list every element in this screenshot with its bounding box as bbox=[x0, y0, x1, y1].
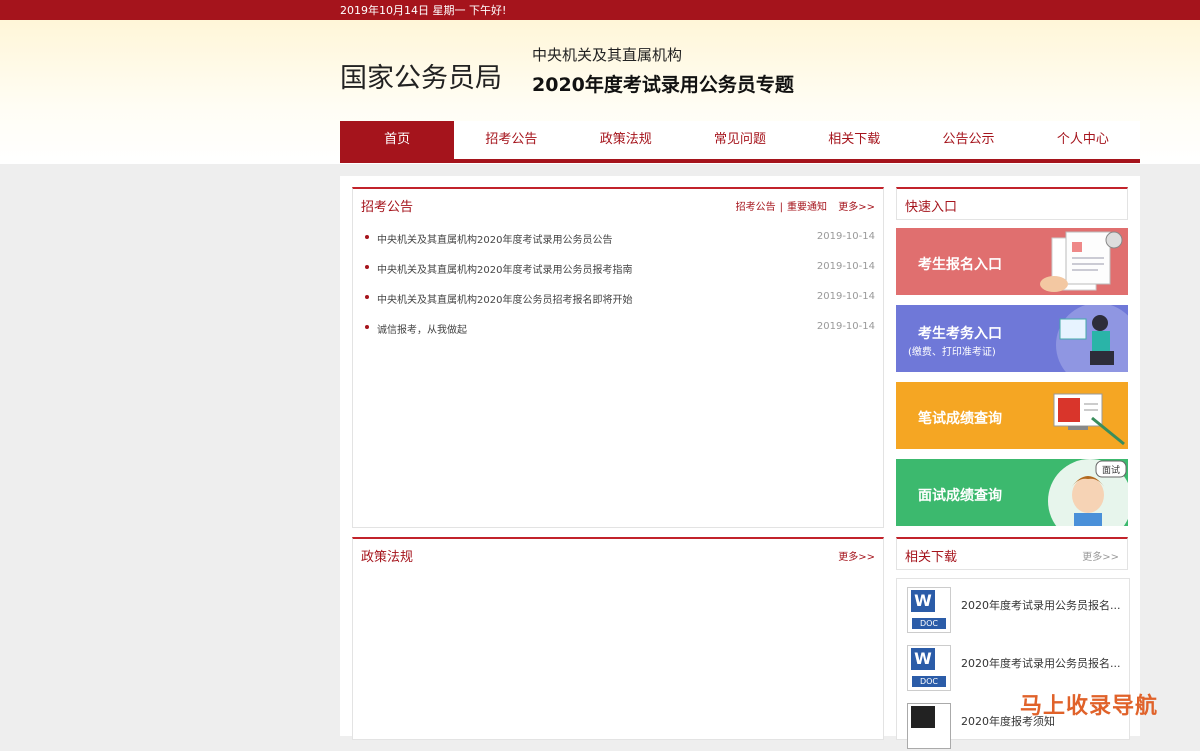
word-doc-icon: W DOC bbox=[907, 587, 951, 633]
panel-title: 招考公告 bbox=[361, 200, 414, 215]
bullet-icon bbox=[365, 235, 369, 239]
register-entry-button[interactable]: 考生报名入口 bbox=[896, 228, 1128, 295]
header-subtitle: 中央机关及其直属机构 bbox=[532, 46, 683, 64]
nav-policy[interactable]: 政策法规 bbox=[569, 121, 683, 159]
interview-score-button[interactable]: 面试成绩查询 面试 bbox=[896, 459, 1128, 526]
more-link[interactable]: 更多>> bbox=[1082, 548, 1119, 563]
nav-home[interactable]: 首页 bbox=[340, 121, 455, 159]
policy-panel: 政策法规 更多>> bbox=[352, 537, 884, 740]
bullet-icon bbox=[365, 265, 369, 269]
news-title[interactable]: 中央机关及其直属机构2020年度公务员招考报名即将开始 bbox=[377, 291, 632, 306]
news-title[interactable]: 中央机关及其直属机构2020年度考试录用公务员报考指南 bbox=[377, 261, 632, 276]
header-title: 2020年度考试录用公务员专题 bbox=[532, 74, 794, 96]
link-announcements[interactable]: 招考公告 bbox=[736, 202, 776, 213]
panel-title: 相关下载 bbox=[905, 550, 958, 565]
nav-downloads[interactable]: 相关下载 bbox=[797, 121, 911, 159]
news-title[interactable]: 中央机关及其直属机构2020年度考试录用公务员公告 bbox=[377, 231, 612, 246]
main-nav: 首页 招考公告 政策法规 常见问题 相关下载 公告公示 个人中心 bbox=[340, 121, 1140, 163]
top-bar: 2019年10月14日 星期一 下午好! bbox=[0, 0, 1200, 20]
news-date: 2019-10-14 bbox=[816, 321, 875, 332]
button-label: 考生考务入口 bbox=[918, 326, 1002, 342]
panel-links: 招考公告 | 重要通知 bbox=[735, 202, 827, 213]
bullet-icon bbox=[365, 295, 369, 299]
documents-icon bbox=[1040, 231, 1123, 292]
button-sublabel: (缴费、打印准考证) bbox=[908, 347, 996, 358]
more-link[interactable]: 更多>> bbox=[838, 548, 875, 563]
exam-affairs-entry-button[interactable]: 考生考务入口 (缴费、打印准考证) bbox=[896, 305, 1128, 372]
link-important-notice[interactable]: 重要通知 bbox=[787, 202, 827, 213]
person-at-computer-icon bbox=[1056, 305, 1128, 372]
news-list: 中央机关及其直属机构2020年度考试录用公务员公告 2019-10-14 中央机关… bbox=[361, 231, 875, 351]
date-text: 2019年10月14日 星期一 下午好! bbox=[340, 4, 507, 17]
nav-personal-center[interactable]: 个人中心 bbox=[1026, 121, 1140, 159]
announcements-panel: 招考公告 招考公告 | 重要通知 更多>> 中央机关及其直属机构2020年度考试录用… bbox=[352, 187, 884, 528]
news-date: 2019-10-14 bbox=[816, 231, 875, 242]
site-logo[interactable]: 国家公务员局 bbox=[340, 56, 502, 95]
news-title[interactable]: 诚信报考，从我做起 bbox=[377, 321, 467, 336]
list-item[interactable]: 诚信报考，从我做起 2019-10-14 bbox=[361, 321, 875, 351]
list-item[interactable]: W DOC 2020年度考试录用公务员报名... bbox=[907, 587, 1121, 635]
download-name[interactable]: 2020年度考试录用公务员报名... bbox=[961, 655, 1120, 671]
list-item[interactable]: 中央机关及其直属机构2020年度考试录用公务员报考指南 2019-10-14 bbox=[361, 261, 875, 291]
more-link[interactable]: 更多>> bbox=[838, 198, 875, 213]
quick-entry-panel: 快速入口 bbox=[896, 187, 1128, 220]
written-score-button[interactable]: 笔试成绩查询 bbox=[896, 382, 1128, 449]
main-content: 招考公告 招考公告 | 重要通知 更多>> 中央机关及其直属机构2020年度考试录用… bbox=[340, 176, 1140, 749]
download-name[interactable]: 2020年度考试录用公务员报名... bbox=[961, 597, 1120, 613]
nav-notices[interactable]: 公告公示 bbox=[911, 121, 1025, 159]
downloads-panel: 相关下载 更多>> bbox=[896, 537, 1128, 570]
news-date: 2019-10-14 bbox=[816, 291, 875, 302]
panel-title: 政策法规 bbox=[361, 550, 414, 565]
nav-faq[interactable]: 常见问题 bbox=[683, 121, 797, 159]
score-sheet-icon bbox=[1053, 393, 1125, 446]
interview-badge: 面试 bbox=[1101, 466, 1120, 476]
watermark: 马上收录导航 bbox=[1020, 694, 1159, 719]
word-doc-icon bbox=[907, 703, 951, 749]
list-item[interactable]: 中央机关及其直属机构2020年度公务员招考报名即将开始 2019-10-14 bbox=[361, 291, 875, 321]
panel-title: 快速入口 bbox=[905, 200, 958, 215]
nav-announcements[interactable]: 招考公告 bbox=[454, 121, 568, 159]
button-label: 笔试成绩查询 bbox=[918, 411, 1002, 427]
button-label: 考生报名入口 bbox=[918, 257, 1002, 273]
news-date: 2019-10-14 bbox=[816, 261, 875, 272]
list-item[interactable]: 中央机关及其直属机构2020年度考试录用公务员公告 2019-10-14 bbox=[361, 231, 875, 261]
list-item[interactable]: W DOC 2020年度考试录用公务员报名... bbox=[907, 645, 1121, 693]
word-doc-icon: W DOC bbox=[907, 645, 951, 691]
button-label: 面试成绩查询 bbox=[918, 488, 1002, 504]
bullet-icon bbox=[365, 325, 369, 329]
